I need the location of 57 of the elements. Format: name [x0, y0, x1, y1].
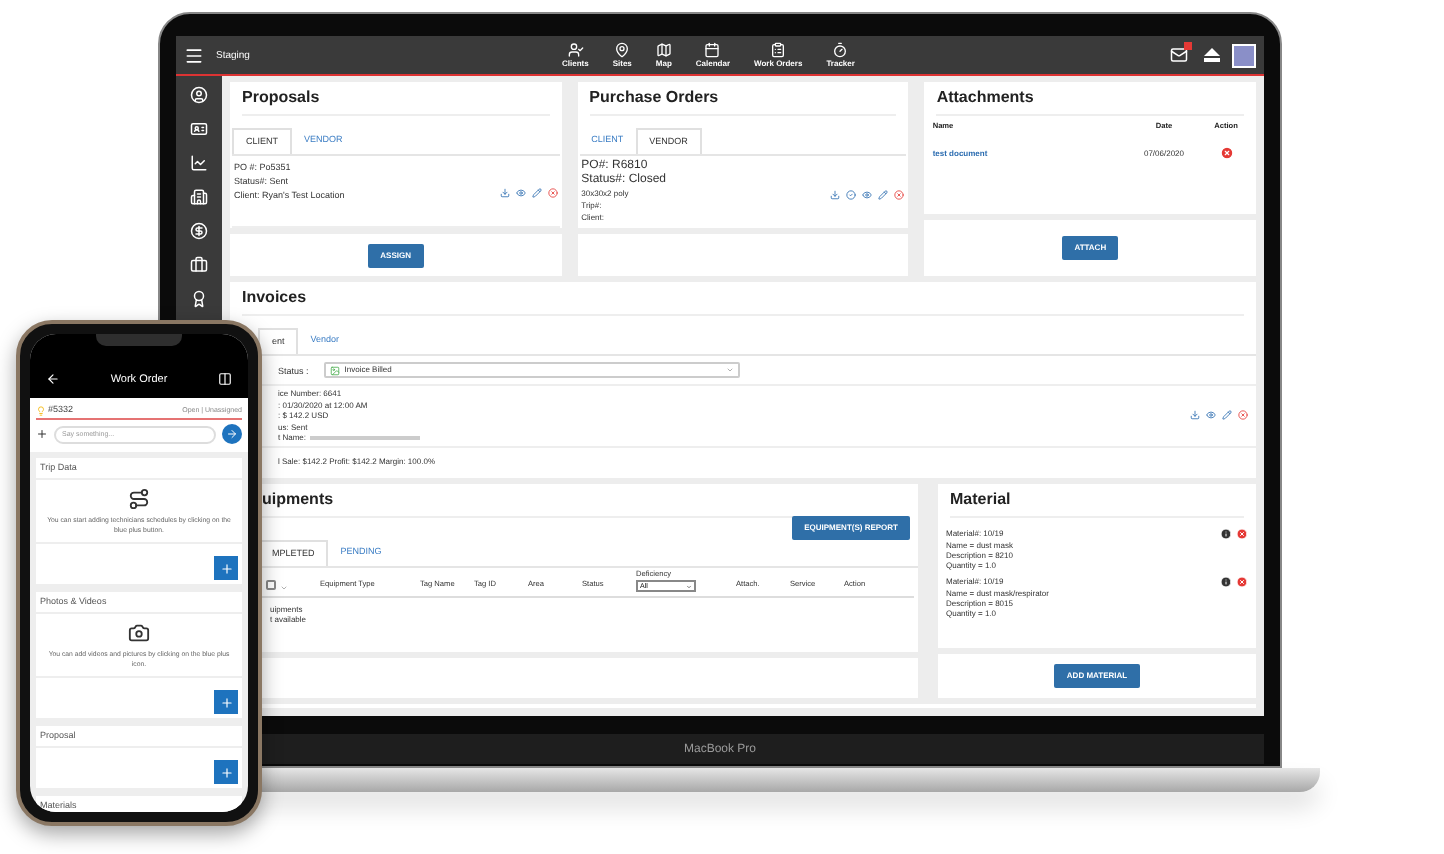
user-icon[interactable] [190, 86, 208, 104]
notification-badge [1184, 42, 1192, 50]
arrow-right-icon [226, 428, 238, 440]
view-icon[interactable] [862, 189, 873, 199]
card-title: Purchase Orders [589, 88, 719, 106]
delete-icon[interactable] [894, 189, 905, 199]
info-icon[interactable] [1220, 527, 1232, 539]
card-title: Proposals [242, 88, 320, 106]
plus-icon [219, 765, 233, 779]
building-icon[interactable] [190, 188, 208, 206]
pin-icon [614, 41, 631, 57]
card-title: uipments [262, 490, 334, 508]
image-icon [330, 365, 341, 375]
download-icon[interactable] [1190, 410, 1200, 421]
card-title: Invoices [242, 288, 307, 306]
panel-icon[interactable] [217, 372, 232, 386]
info-icon[interactable] [1220, 575, 1232, 587]
chart-icon[interactable] [190, 154, 208, 172]
delete-icon[interactable] [547, 188, 558, 198]
user-check-icon [567, 41, 584, 57]
delete-icon[interactable] [1238, 410, 1248, 421]
calendar-icon [704, 41, 721, 57]
view-icon[interactable] [1206, 410, 1216, 421]
add-button[interactable] [214, 556, 238, 580]
menu-icon[interactable] [184, 45, 204, 65]
add-icon[interactable] [36, 428, 48, 440]
phone-notch [96, 334, 182, 346]
download-icon[interactable] [830, 189, 841, 199]
award-icon[interactable] [190, 290, 208, 308]
avatar[interactable] [1232, 43, 1256, 67]
blurred-name [310, 435, 421, 440]
check-icon[interactable] [846, 189, 857, 199]
add-button[interactable] [214, 690, 238, 714]
edit-icon[interactable] [878, 189, 889, 199]
eject-icon[interactable] [1204, 48, 1220, 62]
dollar-icon[interactable] [190, 222, 208, 240]
card-title: Attachments [936, 88, 1034, 106]
mail-icon[interactable] [1170, 46, 1188, 64]
view-icon[interactable] [515, 188, 526, 198]
route-icon [128, 488, 150, 510]
edit-icon[interactable] [531, 188, 542, 198]
edit-icon[interactable] [1222, 410, 1232, 421]
id-card-icon[interactable] [190, 120, 208, 138]
back-icon[interactable] [46, 372, 60, 386]
add-button[interactable] [214, 760, 238, 784]
bulb-icon [36, 405, 46, 415]
map-icon [655, 41, 672, 57]
clipboard-icon [770, 41, 787, 57]
camera-icon [128, 622, 150, 644]
send-button[interactable] [222, 424, 242, 444]
briefcase-icon[interactable] [190, 256, 208, 274]
plus-icon [219, 695, 233, 709]
timer-icon [832, 41, 849, 57]
card-title: Material [950, 490, 1011, 508]
plus-icon [219, 561, 233, 575]
download-icon[interactable] [499, 188, 510, 198]
select-all-checkbox[interactable] [266, 580, 276, 590]
